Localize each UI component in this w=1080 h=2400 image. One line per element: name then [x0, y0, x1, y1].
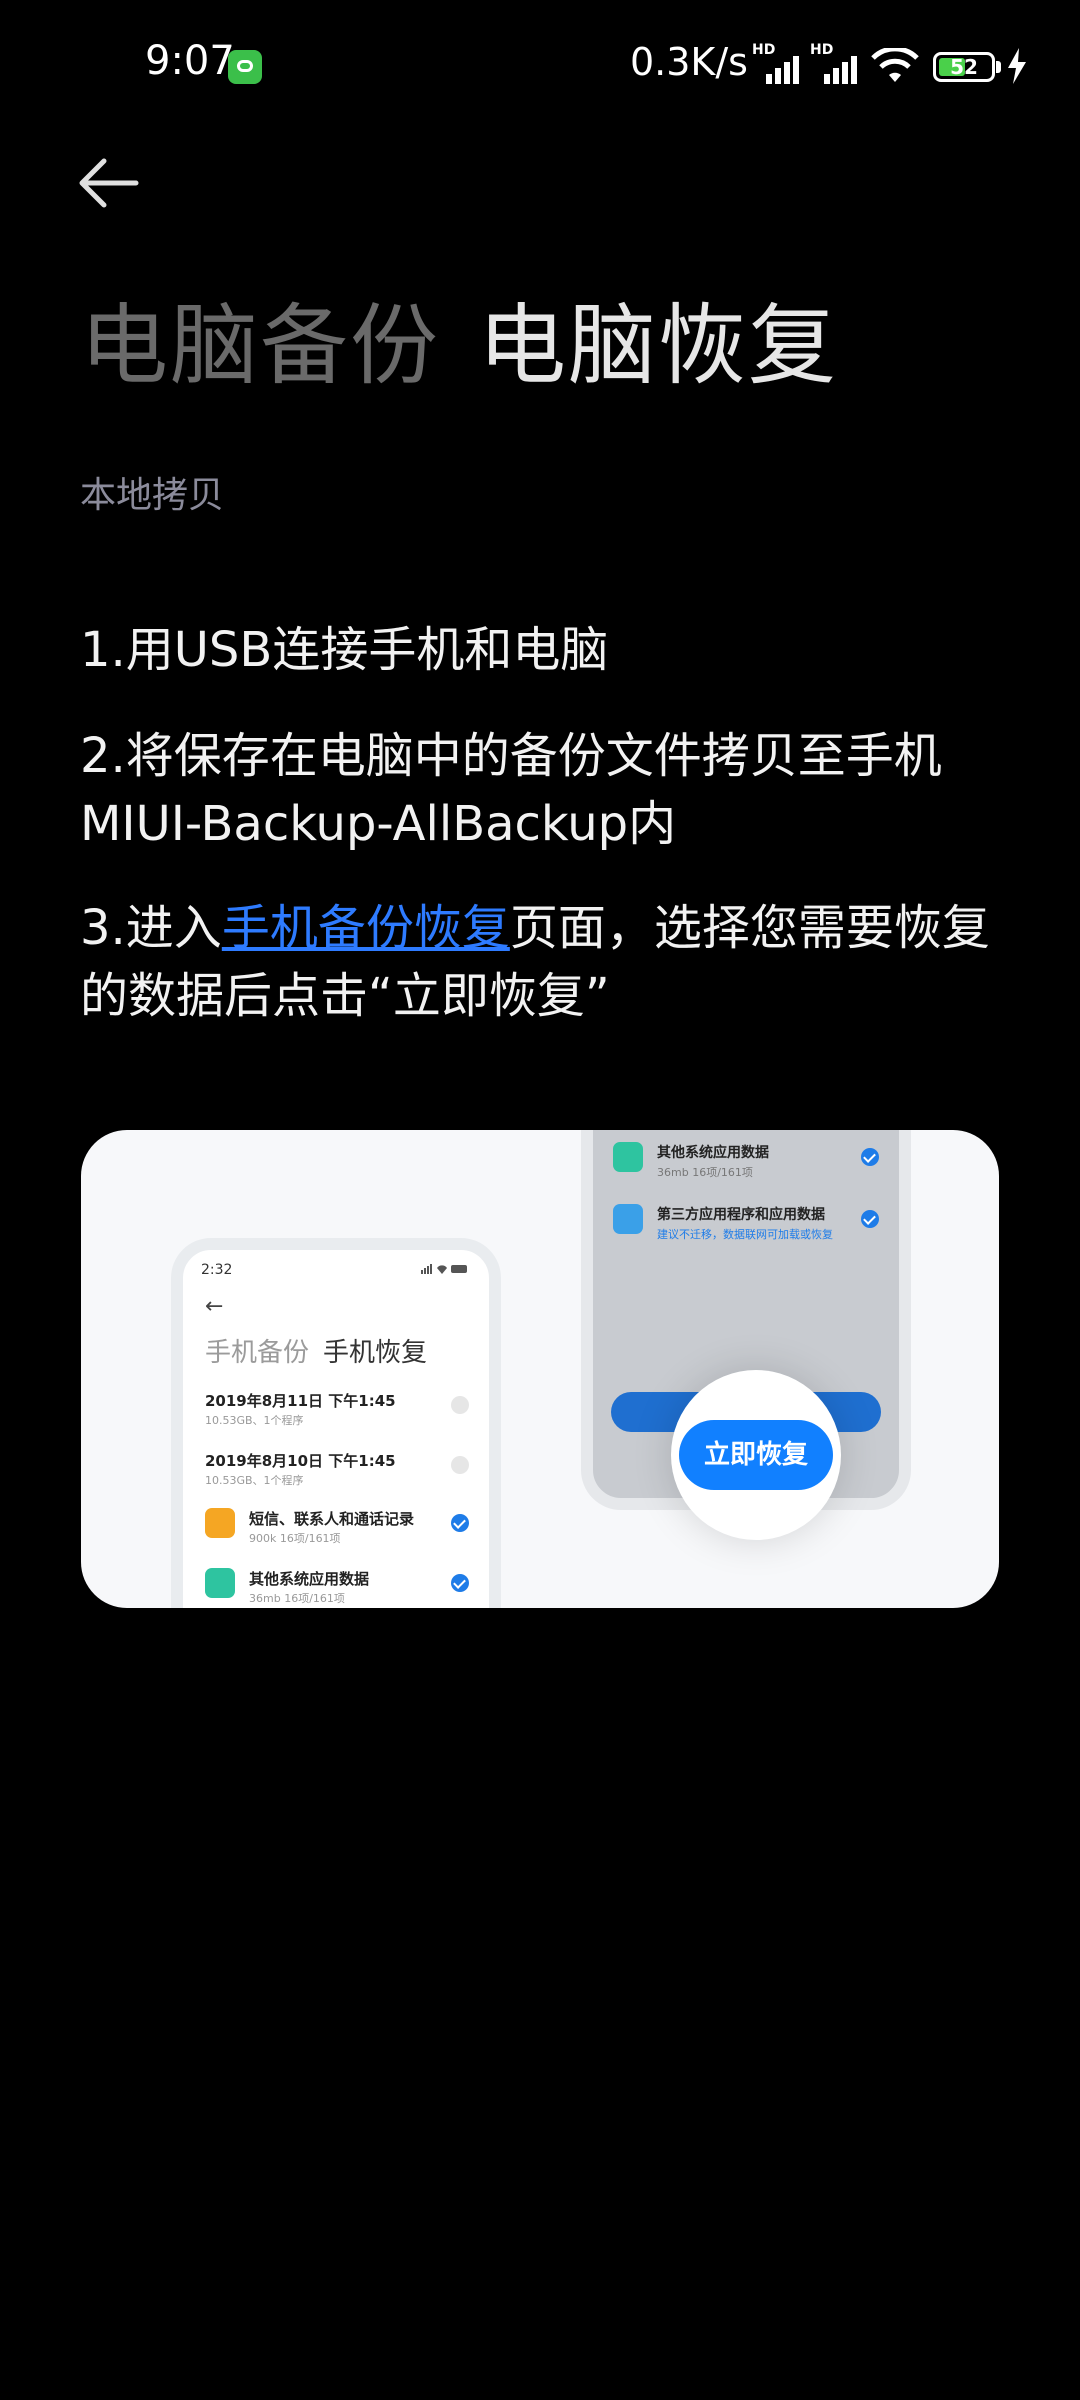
illus-restore-now-button: 立即恢复 [679, 1420, 833, 1490]
battery-level: 52 [950, 55, 978, 79]
illus-check-icon [861, 1148, 879, 1166]
illus-status-icons [421, 1264, 467, 1274]
illus-messages-icon [205, 1508, 235, 1538]
illus-list-item: 2019年8月11日 下午1:45 10.53GB、1个程序 [205, 1390, 469, 1440]
illus-check-icon [451, 1514, 469, 1532]
tab-pc-backup[interactable]: 电脑备份 [80, 275, 440, 402]
illustration-phone-left: 2:32 ← 手机备份 手机恢复 2019年8月11日 下午1:45 10.53… [171, 1238, 501, 1608]
signal-icon: HD [752, 42, 804, 84]
illus-button-highlight: 立即恢复 [671, 1370, 841, 1540]
illus-list-item: 其他系统应用数据 36mb 16项/161项 [613, 1142, 879, 1202]
battery-icon: 52 [933, 52, 995, 82]
illus-tab-phone-backup: 手机备份 [205, 1338, 310, 1368]
illus-radio-icon [451, 1456, 469, 1474]
status-bar: 9:07 0.3K/s HD HD 52 [0, 0, 1080, 110]
phone-backup-restore-link[interactable]: 手机备份恢复 [222, 900, 510, 956]
status-time: 9:07 [145, 38, 235, 84]
illus-list-item: 短信、联系人和通话记录 900k 16项/161项 [205, 1508, 469, 1558]
illus-tab-phone-restore: 手机恢复 [323, 1338, 428, 1368]
wifi-icon [871, 48, 919, 82]
illus-back-arrow-icon: ← [205, 1294, 224, 1319]
illus-radio-icon [451, 1396, 469, 1414]
illus-time: 2:32 [201, 1262, 233, 1278]
illus-apps-icon [613, 1142, 643, 1172]
step-3: 3.进入手机备份恢复页面，选择您需要恢复的数据后点击“立即恢复” [80, 894, 1020, 1030]
battery-cap [996, 61, 1001, 73]
illus-check-icon [861, 1210, 879, 1228]
illus-list-item: 第三方应用程序和应用数据 建议不迁移，数据联网可加载或恢复 [613, 1204, 879, 1264]
illus-apps-icon [205, 1568, 235, 1598]
signal-icon: HD [810, 42, 862, 84]
step-1: 1.用USB连接手机和电脑 [80, 622, 609, 678]
back-arrow-icon[interactable] [76, 155, 140, 211]
illus-file-icon [613, 1204, 643, 1234]
notification-app-icon [228, 50, 262, 84]
step-3-prefix: 3.进入 [80, 900, 222, 956]
illus-check-icon [451, 1574, 469, 1592]
step-2: 2.将保存在电脑中的备份文件拷贝至手机MIUI-Backup-AllBackup… [80, 728, 942, 852]
illustration-card: 2:32 ← 手机备份 手机恢复 2019年8月11日 下午1:45 10.53… [81, 1130, 999, 1608]
illus-list-item: 2019年8月10日 下午1:45 10.53GB、1个程序 [205, 1450, 469, 1500]
illus-list-item: 其他系统应用数据 36mb 16项/161项 [205, 1568, 469, 1608]
network-speed: 0.3K/s [630, 40, 748, 84]
tab-pc-restore[interactable]: 电脑恢复 [478, 275, 838, 402]
charging-icon [1008, 48, 1026, 84]
section-subtitle: 本地拷贝 [80, 475, 225, 516]
